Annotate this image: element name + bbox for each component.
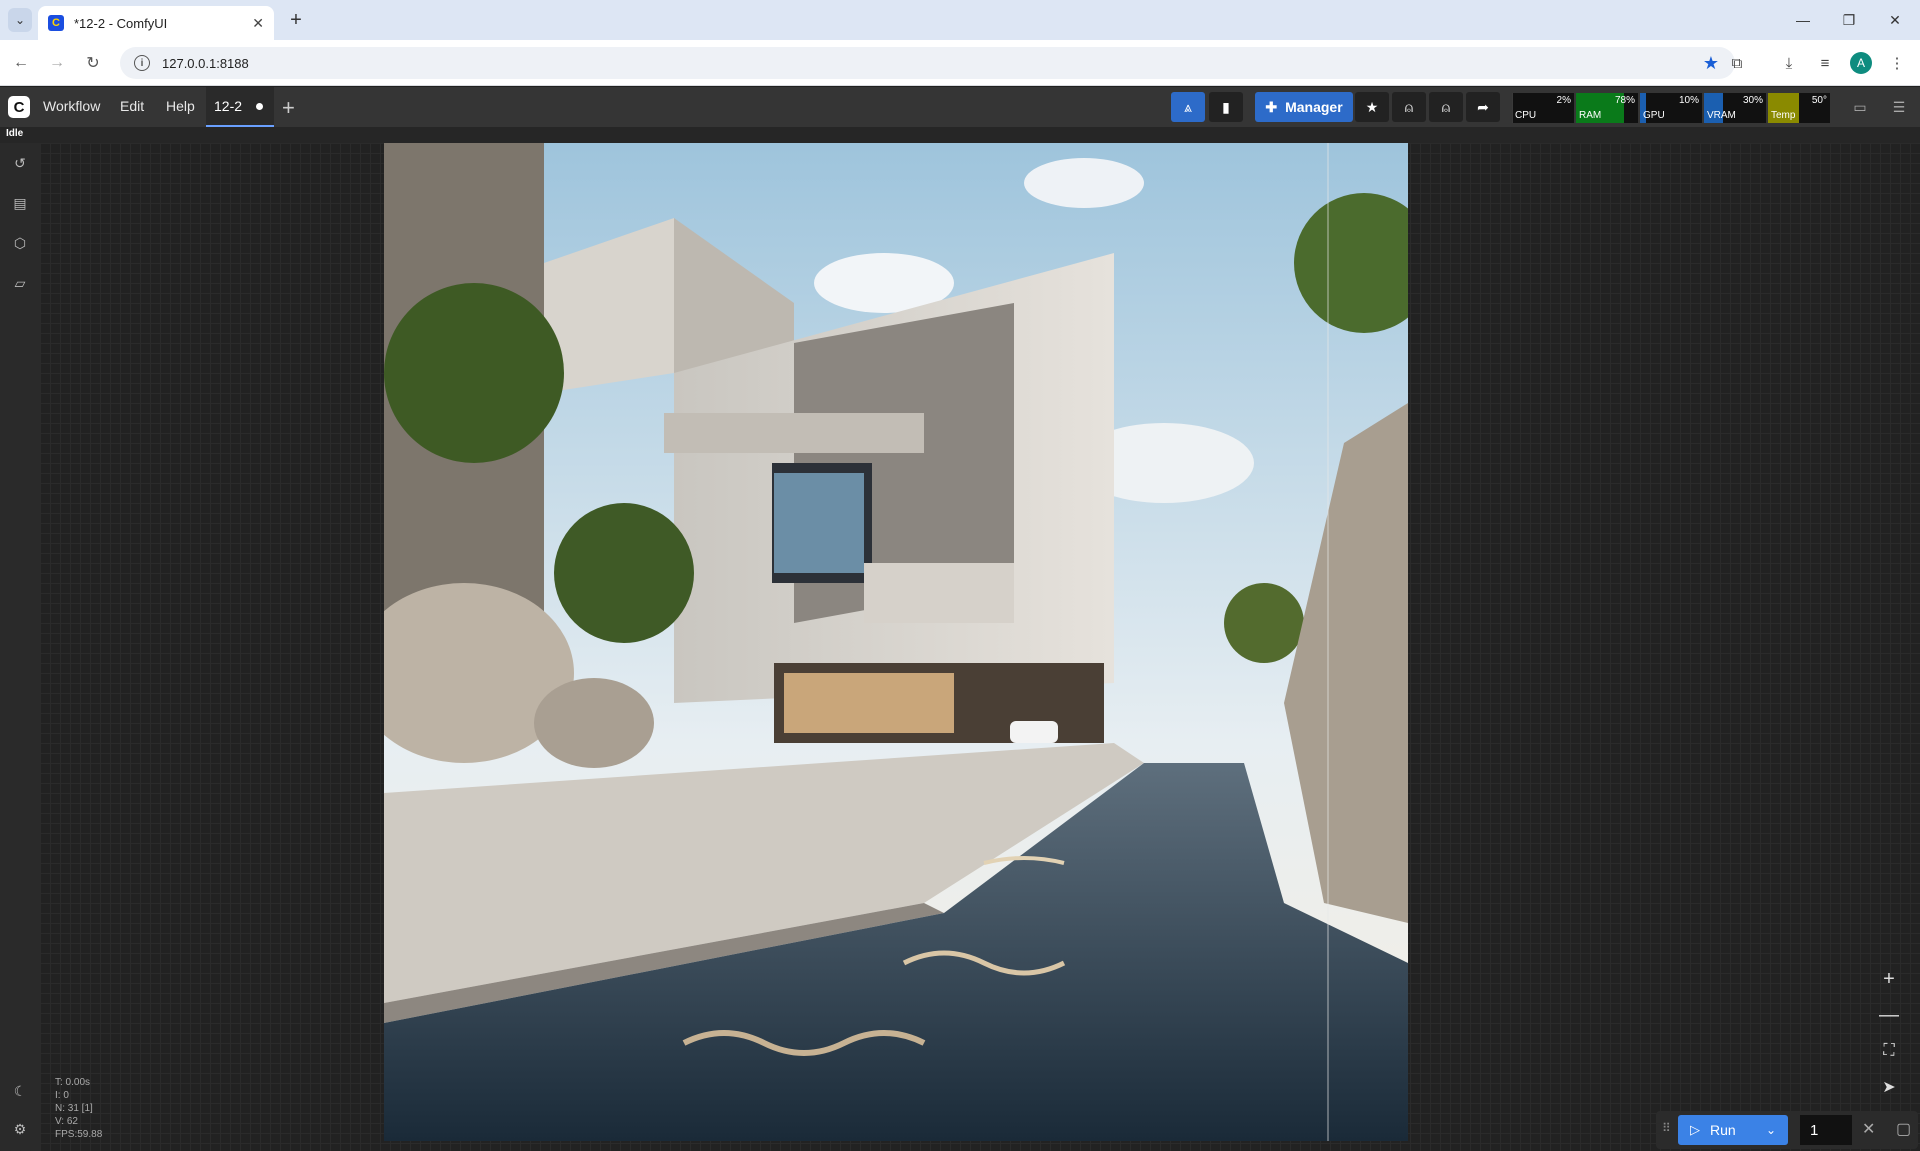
fit-view-icon[interactable]: ⛶ — [1872, 1034, 1906, 1068]
bookmark-star-icon[interactable]: ★ — [1703, 53, 1719, 74]
queue-status: Idle — [6, 128, 24, 139]
run-button[interactable]: ▷ Run ⌄ — [1678, 1115, 1788, 1145]
restore-button[interactable]: ❐ — [1826, 0, 1872, 40]
gpu-monitor: GPU 10% — [1640, 93, 1702, 123]
stat-time: T: 0.00s — [55, 1077, 91, 1088]
close-tab-icon[interactable]: ✕ — [252, 15, 264, 32]
batch-count-input[interactable]: 1 — [1800, 1115, 1852, 1145]
stat-i: I: 0 — [55, 1090, 69, 1101]
share-icon[interactable]: ➦ — [1466, 92, 1500, 122]
run-label: Run — [1710, 1122, 1736, 1138]
history-icon[interactable]: ↺ — [10, 153, 30, 173]
canvas-stats: T: 0.00s I: 0 N: 31 [1] V: 62 FPS:59.88 — [55, 1076, 102, 1141]
bookmark-icon[interactable]: ▮ — [1209, 92, 1243, 122]
comfyui-favicon-icon: C — [48, 15, 64, 31]
back-icon[interactable]: ← — [8, 50, 34, 76]
workflows-folder-icon[interactable]: ▱ — [10, 273, 30, 293]
gpu-value: 10% — [1678, 95, 1699, 106]
more-menu-icon[interactable]: ⋮ — [1884, 50, 1910, 76]
extensions-icon[interactable]: ⧉ — [1724, 50, 1750, 76]
manager-button[interactable]: ✚ Manager — [1255, 92, 1353, 122]
ram-monitor: RAM 78% — [1576, 93, 1638, 123]
panel-toggle-icon[interactable]: ▭ — [1843, 92, 1877, 122]
site-info-icon[interactable]: i — [134, 55, 150, 71]
cpu-label: CPU — [1515, 110, 1537, 121]
stat-nodes: N: 31 [1] — [55, 1103, 93, 1114]
vram-monitor: VRAM 30% — [1704, 93, 1766, 123]
new-tab-button[interactable]: + — [284, 8, 308, 32]
temp-label: Temp — [1771, 110, 1796, 121]
minimize-button[interactable]: — — [1780, 0, 1826, 40]
zoom-in-icon[interactable]: + — [1872, 962, 1906, 996]
puzzle-icon: ✚ — [1265, 98, 1278, 115]
close-window-button[interactable]: ✕ — [1872, 0, 1918, 40]
cpu-value: 2% — [1556, 95, 1571, 106]
comfyui-logo-icon[interactable]: C — [8, 96, 30, 118]
comfy-menubar: C Workflow Edit Help 12-2 + ⩓ ▮ ✚ Manage… — [0, 87, 1920, 127]
queue-panel-icon[interactable]: ▢ — [1896, 1119, 1911, 1139]
gpu-label: GPU — [1643, 110, 1665, 121]
unsaved-dot-icon — [256, 102, 264, 110]
zoom-out-icon[interactable]: — — [1872, 998, 1906, 1032]
image-preview — [384, 143, 1408, 1141]
ram-value: 78% — [1614, 95, 1635, 106]
drag-handle-icon[interactable]: ⠿ — [1662, 1121, 1671, 1135]
settings-gear-icon[interactable]: ⚙ — [10, 1119, 30, 1139]
star-icon[interactable]: ★ — [1355, 92, 1389, 122]
menu-edit[interactable]: Edit — [120, 98, 144, 114]
run-options-chevron-icon[interactable]: ⌄ — [1766, 1123, 1776, 1137]
browser-tab[interactable]: C *12-2 - ComfyUI ✕ — [38, 6, 274, 40]
add-workflow-icon[interactable]: + — [282, 95, 295, 121]
workflow-tab-label: 12-2 — [214, 98, 243, 114]
temp-monitor: Temp 50° — [1768, 93, 1830, 123]
stat-fps: FPS:59.88 — [55, 1129, 103, 1140]
left-sidebar: ↺ ▤ ⬡ ▱ ☾ ⚙ — [0, 143, 40, 1151]
tab-search-icon[interactable]: ⌄ — [8, 8, 32, 32]
menu-help[interactable]: Help — [166, 98, 195, 114]
profile-avatar[interactable]: A — [1850, 52, 1872, 74]
vram-value: 30% — [1742, 95, 1763, 106]
downloads-icon[interactable]: ⤓ — [1776, 50, 1802, 76]
cpu-monitor: CPU 2% — [1512, 93, 1574, 123]
play-icon: ▷ — [1690, 1122, 1700, 1137]
node-library-icon[interactable]: ▤ — [10, 193, 30, 213]
manager-label: Manager — [1285, 99, 1343, 115]
temp-value: 50° — [1811, 95, 1827, 106]
cpu-fill — [1512, 93, 1514, 123]
forward-icon[interactable]: → — [44, 50, 70, 76]
run-bar: ⠿ ▷ Run ⌄ 1 ✕ ▢ — [1656, 1111, 1918, 1149]
focus-navigate-icon[interactable]: ➤ — [1872, 1070, 1906, 1104]
share-graph-icon[interactable]: ⍝ — [1392, 92, 1426, 122]
status-bar: Idle — [0, 127, 1920, 143]
cancel-run-icon[interactable]: ✕ — [1862, 1119, 1875, 1139]
url-text: 127.0.0.1:8188 — [162, 55, 249, 71]
address-bar[interactable]: i 127.0.0.1:8188 ★ — [120, 47, 1735, 79]
flow-icon[interactable]: ⩓ — [1171, 92, 1205, 122]
workflow-tab[interactable]: 12-2 — [206, 87, 274, 127]
menu-workflow[interactable]: Workflow — [43, 98, 100, 114]
browser-tabstrip: ⌄ C *12-2 - ComfyUI ✕ + — ❐ ✕ — [0, 0, 1920, 40]
vram-label: VRAM — [1707, 110, 1736, 121]
reload-icon[interactable]: ↻ — [80, 50, 106, 76]
theme-toggle-icon[interactable]: ☾ — [10, 1081, 30, 1101]
media-icon[interactable]: ≡ — [1812, 50, 1838, 76]
ram-label: RAM — [1579, 110, 1602, 121]
stat-v: V: 62 — [55, 1116, 78, 1127]
browser-tab-title: *12-2 - ComfyUI — [74, 15, 168, 31]
share-graph-alt-icon[interactable]: ⍝ — [1429, 92, 1463, 122]
browser-toolbar: ← → ↻ i 127.0.0.1:8188 ★ ⧉ ⤓ ≡ A ⋮ — [0, 40, 1920, 86]
hamburger-menu-icon[interactable]: ☰ — [1882, 92, 1916, 122]
model-library-icon[interactable]: ⬡ — [10, 233, 30, 253]
generated-image — [384, 143, 1408, 1141]
